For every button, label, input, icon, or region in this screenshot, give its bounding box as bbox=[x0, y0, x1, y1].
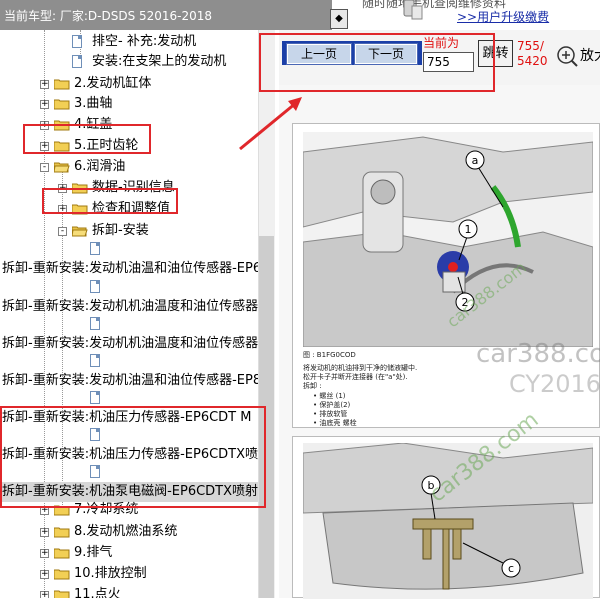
annotation-arrow bbox=[239, 97, 302, 151]
collapse-icon[interactable]: - bbox=[58, 227, 67, 236]
watermark: CY2016 bbox=[509, 370, 600, 398]
tree-item-engine-on-stand[interactable]: 安装:在支架上的发动机 bbox=[0, 52, 258, 72]
tree-item-label: 9.排气 bbox=[74, 545, 113, 560]
tree-item-oil-temp-level-sensor-b[interactable]: 拆卸-重新安装:发动机机油温度和油位传感器 bbox=[0, 334, 258, 354]
expand-icon[interactable]: + bbox=[40, 100, 49, 109]
upgrade-link[interactable]: >>用户升级缴费 bbox=[457, 8, 549, 25]
tree-item-oil-temp-level-sensor-ep6[interactable]: 拆卸-重新安装:发动机油温和油位传感器-EP6 bbox=[0, 259, 258, 279]
expand-icon[interactable]: + bbox=[40, 549, 49, 558]
callout-c: c bbox=[508, 562, 514, 575]
tree-item-engine-block[interactable]: +2.发动机缸体 bbox=[0, 74, 258, 94]
folder-icon bbox=[54, 548, 70, 559]
tree-item-label: 2.发动机缸体 bbox=[74, 76, 152, 91]
folder-icon bbox=[54, 79, 70, 90]
expand-icon[interactable]: + bbox=[40, 528, 49, 537]
bullet-item: • 油底壳 螺栓 bbox=[313, 419, 357, 427]
tree-item-label: 8.发动机燃油系统 bbox=[74, 524, 178, 539]
callout-1: 1 bbox=[465, 223, 472, 236]
lubrication-highlight-box bbox=[23, 124, 151, 154]
folder-open-icon bbox=[72, 226, 88, 237]
tree-item-oil-temp-level-sensor-ep8[interactable]: 拆卸-重新安装:发动机油温和油位传感器-EP8 bbox=[0, 371, 258, 391]
watermark: car388.com bbox=[476, 339, 600, 369]
tree-item-fuel-system[interactable]: +8.发动机燃油系统 bbox=[0, 522, 258, 542]
expand-icon[interactable]: + bbox=[40, 80, 49, 89]
expand-icon[interactable]: + bbox=[40, 570, 49, 579]
bullet-item: • 保护盖(2) bbox=[313, 401, 351, 409]
category-tree: 排空- 补充:发动机 安装:在支架上的发动机 +2.发动机缸体 +3.曲轴 +4.缸盖 +… bbox=[0, 30, 258, 598]
manual-page-2: b c bbox=[292, 436, 600, 599]
bullet-item: • 螺丝 (1) bbox=[313, 392, 346, 400]
tree-item-label: 拆卸-重新安装:发动机油温和油位传感器-EP8 bbox=[2, 373, 258, 388]
collapse-icon[interactable]: - bbox=[40, 163, 49, 172]
folder-icon bbox=[54, 99, 70, 110]
phone-icon bbox=[403, 0, 423, 20]
callout-a: a bbox=[472, 154, 479, 167]
tree-item-label: 拆卸-安装 bbox=[92, 223, 149, 238]
vehicle-info-bar: 当前车型: 厂家:D-DSDS 52016-2018 bbox=[0, 0, 332, 30]
document-icon bbox=[72, 55, 82, 68]
tree-item-exhaust[interactable]: +9.排气 bbox=[0, 543, 258, 563]
vehicle-label: 当前车型: 厂家:D-DSDS 52016-2018 bbox=[4, 9, 213, 23]
tree-item-label: 10.排放控制 bbox=[74, 566, 147, 581]
engine-illustration-2: b c bbox=[303, 443, 593, 599]
instruction-line-3: 拆卸 : bbox=[303, 382, 322, 390]
page-count-current: 755/ bbox=[517, 39, 544, 53]
instruction-line-2: 松开卡子并断开连接器 (在"a"处). bbox=[303, 373, 408, 381]
tree-item-label: 安装:在支架上的发动机 bbox=[92, 54, 227, 69]
document-icon bbox=[90, 242, 100, 255]
diamond-icon[interactable]: ◆ bbox=[330, 9, 348, 29]
expand-icon[interactable]: + bbox=[40, 591, 49, 598]
tree-item-crankshaft[interactable]: +3.曲轴 bbox=[0, 94, 258, 114]
folder-open-icon bbox=[54, 162, 70, 173]
removal-installation-highlight-box bbox=[42, 188, 178, 214]
tree-item-label: 6.润滑油 bbox=[74, 159, 126, 174]
tree-item-emission-control[interactable]: +10.排放控制 bbox=[0, 564, 258, 584]
tree-item-removal-installation[interactable]: - 拆卸-安装 bbox=[0, 221, 258, 241]
tree-item-label: 拆卸-重新安装:发动机机油温度和油位传感器 bbox=[2, 299, 258, 314]
tree-item-drain-refill[interactable]: 排空- 补充:发动机 bbox=[0, 32, 258, 52]
instruction-line-1: 将发动机的机油排到干净的储液罐中. bbox=[303, 364, 418, 372]
figure-code: 图 : B1FG0COD bbox=[303, 351, 356, 359]
tree-item-lubrication[interactable]: - 6.润滑油 bbox=[0, 157, 258, 177]
folder-icon bbox=[54, 590, 70, 598]
page-count: 755/ 5420 bbox=[517, 39, 548, 69]
oil-sensor-highlight-box bbox=[0, 406, 266, 508]
document-icon bbox=[90, 317, 100, 330]
tree-item-oil-temp-level-sensor-a[interactable]: 拆卸-重新安装:发动机机油温度和油位传感器 bbox=[0, 297, 258, 317]
tree-item-label: 排空- 补充:发动机 bbox=[92, 34, 197, 49]
tree-item-ignition[interactable]: +11.点火 bbox=[0, 585, 258, 598]
document-icon bbox=[90, 354, 100, 367]
bullet-item: • 排放软管 bbox=[313, 410, 348, 418]
zoom-button-label[interactable]: 放大 bbox=[580, 45, 600, 65]
tree-item-label: 11.点火 bbox=[74, 587, 121, 598]
zoom-in-icon[interactable] bbox=[556, 45, 578, 67]
tree-item-label: 拆卸-重新安装:发动机机油温度和油位传感器 bbox=[2, 336, 258, 351]
page-count-total: 5420 bbox=[517, 54, 548, 68]
folder-icon bbox=[54, 569, 70, 580]
folder-icon bbox=[54, 527, 70, 538]
document-icon bbox=[90, 391, 100, 404]
document-viewer[interactable]: a 1 2 图 : B1FG0COD 将发动机的机油排到干净的储液罐中. 松开卡… bbox=[279, 85, 600, 599]
tree-item-label: 拆卸-重新安装:发动机油温和油位传感器-EP6 bbox=[2, 261, 258, 276]
document-icon bbox=[90, 280, 100, 293]
document-icon bbox=[72, 35, 82, 48]
tree-item-label: 3.曲轴 bbox=[74, 96, 113, 111]
toolbar-highlight-box bbox=[259, 33, 495, 92]
